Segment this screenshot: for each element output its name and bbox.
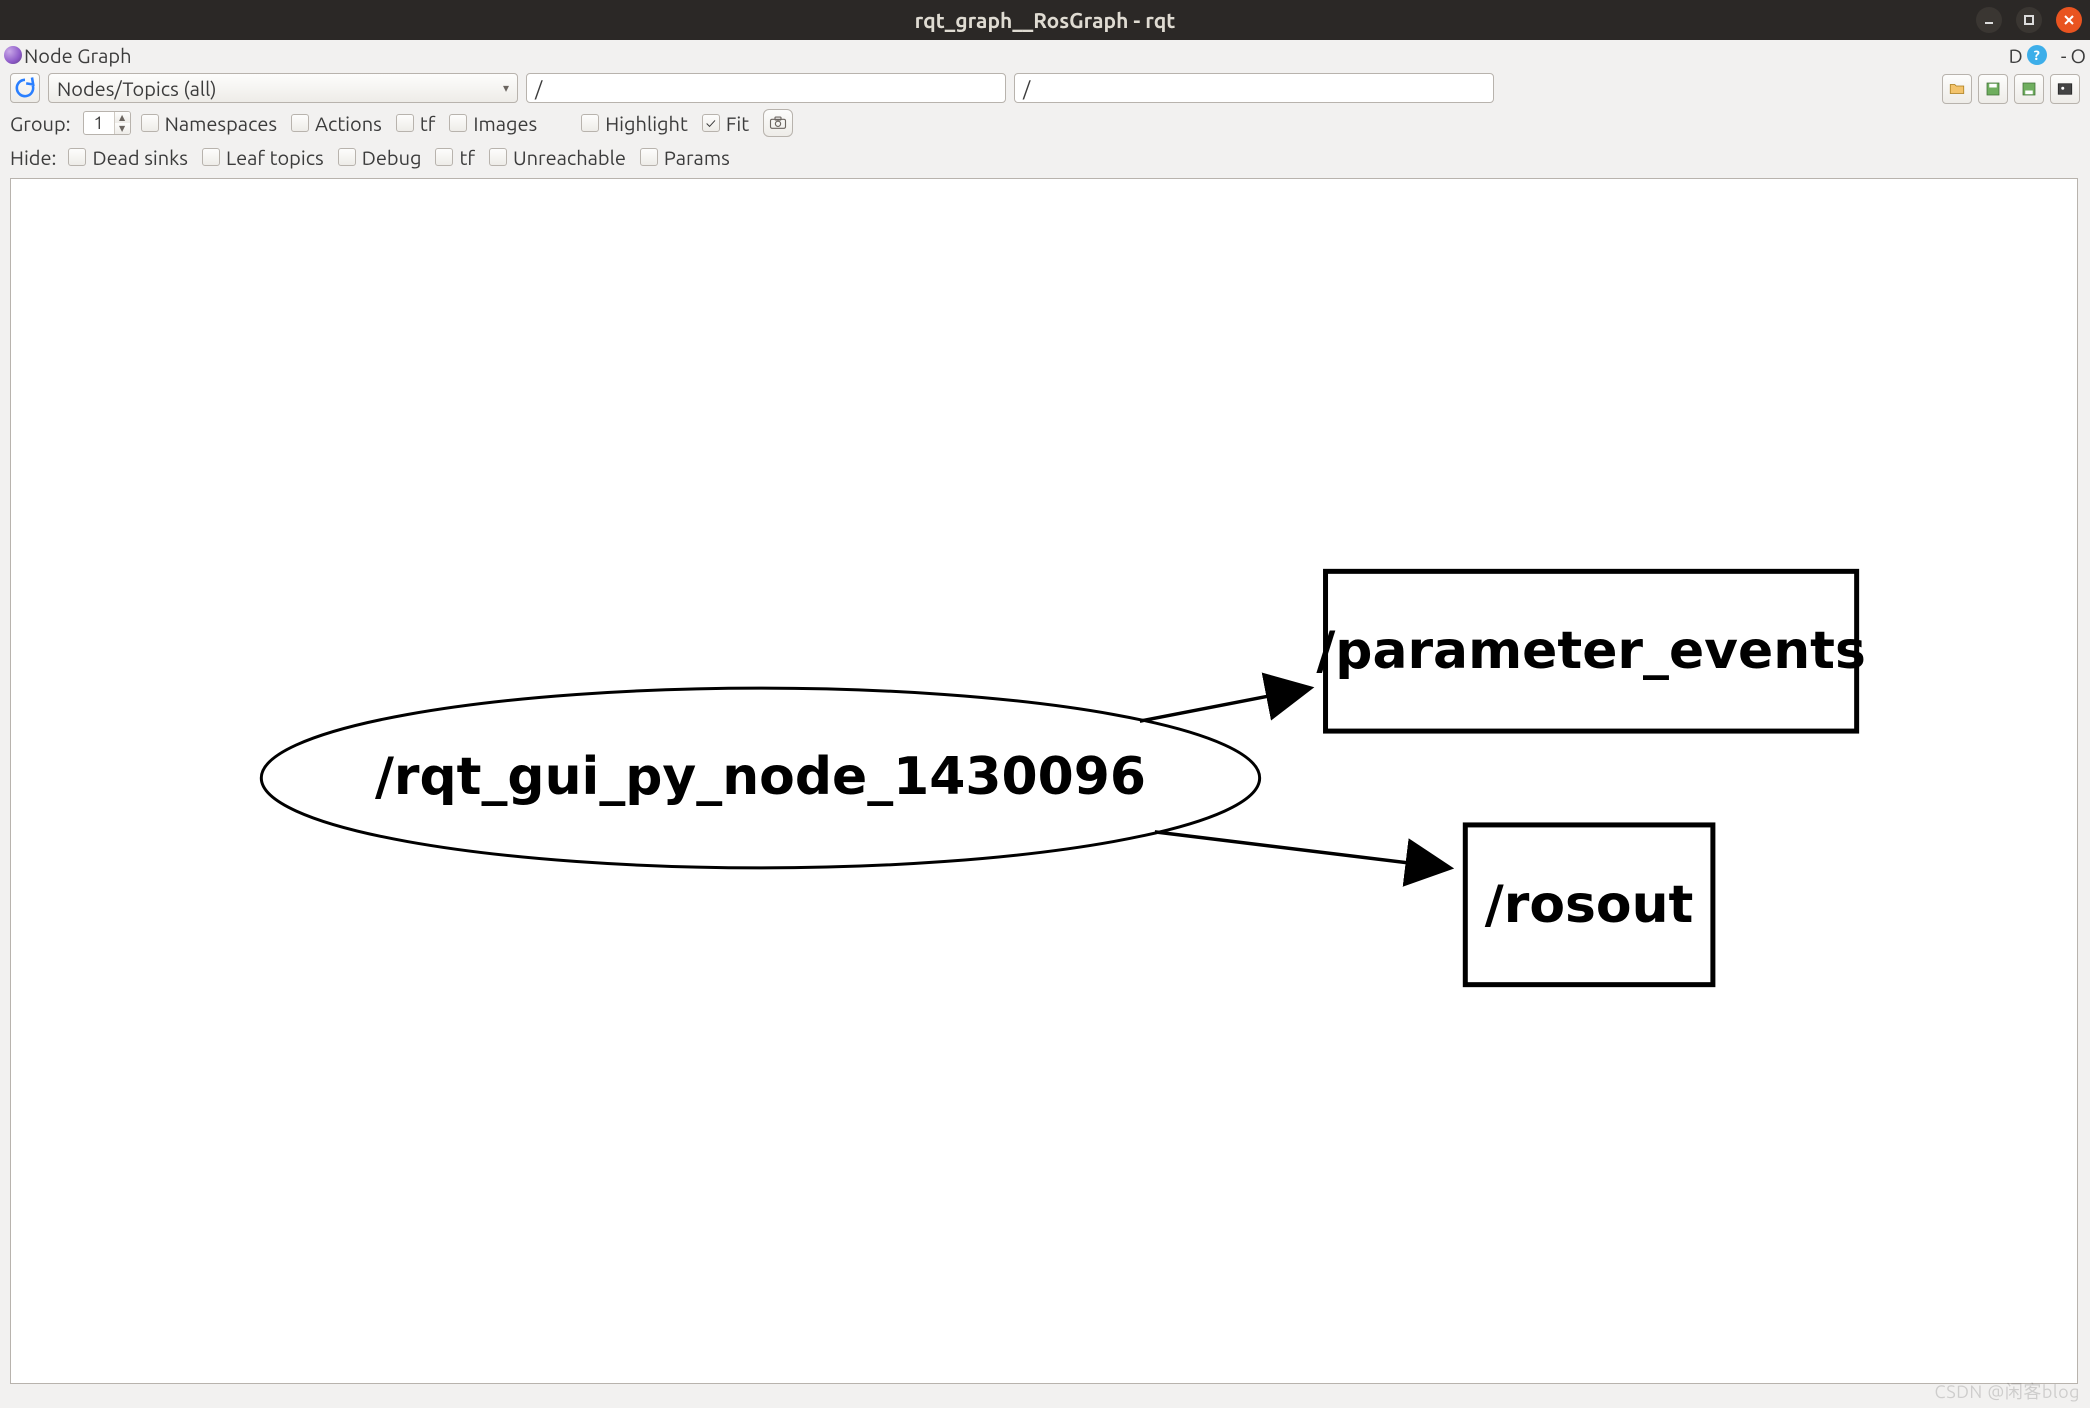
- dock-o[interactable]: O: [2070, 44, 2086, 67]
- fit-checkbox[interactable]: ✓Fit: [702, 112, 749, 135]
- dock-d[interactable]: D: [2009, 44, 2023, 67]
- topic-filter-input[interactable]: /: [1014, 73, 1494, 103]
- graph-edge: [1155, 832, 1450, 868]
- open-file-button[interactable]: [1942, 74, 1972, 104]
- minimize-button[interactable]: [1976, 7, 2002, 33]
- refresh-button[interactable]: [10, 73, 40, 103]
- right-tools: [1942, 74, 2080, 104]
- spin-up-icon[interactable]: ▲: [115, 112, 130, 123]
- graph-node-label: /rosout: [1485, 875, 1694, 935]
- chevron-down-icon: ▾: [503, 81, 509, 95]
- close-button[interactable]: [2056, 7, 2082, 33]
- tf-checkbox[interactable]: tf: [396, 112, 435, 135]
- save-image-button[interactable]: [2050, 74, 2080, 104]
- images-checkbox[interactable]: Images: [449, 112, 537, 135]
- hide-row: Hide: Dead sinks Leaf topics Debug tf Un…: [0, 140, 2090, 174]
- spinbox-value: 1: [84, 112, 114, 134]
- plugin-title: Node Graph: [24, 44, 132, 67]
- ros-graph-svg: /rqt_gui_py_node_1430096 /parameter_even…: [11, 179, 2077, 1383]
- filter-input-value: /: [535, 77, 542, 100]
- toolbar-row-1: Nodes/Topics (all) ▾ / /: [0, 70, 2090, 106]
- check-icon: ✓: [702, 114, 720, 132]
- maximize-button[interactable]: [2016, 7, 2042, 33]
- group-label: Group:: [10, 112, 71, 135]
- hide-tf-checkbox[interactable]: tf: [435, 146, 474, 169]
- highlight-checkbox[interactable]: Highlight: [581, 112, 688, 135]
- dock-dash[interactable]: -: [2061, 44, 2067, 67]
- graph-canvas[interactable]: /rqt_gui_py_node_1430096 /parameter_even…: [10, 178, 2078, 1384]
- graph-node-label: /parameter_events: [1316, 621, 1866, 681]
- debug-checkbox[interactable]: Debug: [338, 146, 422, 169]
- plugin-icon: [4, 46, 22, 64]
- hide-label: Hide:: [10, 146, 56, 169]
- namespaces-checkbox[interactable]: Namespaces: [141, 112, 277, 135]
- graph-edge: [1140, 688, 1310, 721]
- group-row: Group: 1 ▲▼ Namespaces Actions tf Images…: [0, 106, 2090, 140]
- window-title: rqt_graph__RosGraph - rqt: [0, 8, 2090, 32]
- leaf-topics-checkbox[interactable]: Leaf topics: [202, 146, 324, 169]
- dropdown-label: Nodes/Topics (all): [57, 77, 217, 100]
- graph-node-label: /rqt_gui_py_node_1430096: [375, 747, 1146, 807]
- dead-sinks-checkbox[interactable]: Dead sinks: [68, 146, 187, 169]
- save-svg-button[interactable]: [2014, 74, 2044, 104]
- plugin-header: Node Graph D ? - O: [0, 40, 2090, 70]
- spin-down-icon[interactable]: ▼: [115, 123, 130, 134]
- save-dot-button[interactable]: [1978, 74, 2008, 104]
- unreachable-checkbox[interactable]: Unreachable: [489, 146, 626, 169]
- screenshot-button[interactable]: [763, 109, 793, 137]
- actions-checkbox[interactable]: Actions: [291, 112, 382, 135]
- group-depth-spinbox[interactable]: 1 ▲▼: [83, 111, 131, 135]
- view-mode-dropdown[interactable]: Nodes/Topics (all) ▾: [48, 73, 518, 103]
- help-button[interactable]: ?: [2027, 45, 2047, 65]
- node-filter-input[interactable]: /: [526, 73, 1006, 103]
- window-titlebar: rqt_graph__RosGraph - rqt: [0, 0, 2090, 40]
- filter-input-value: /: [1023, 77, 1030, 100]
- params-checkbox[interactable]: Params: [640, 146, 730, 169]
